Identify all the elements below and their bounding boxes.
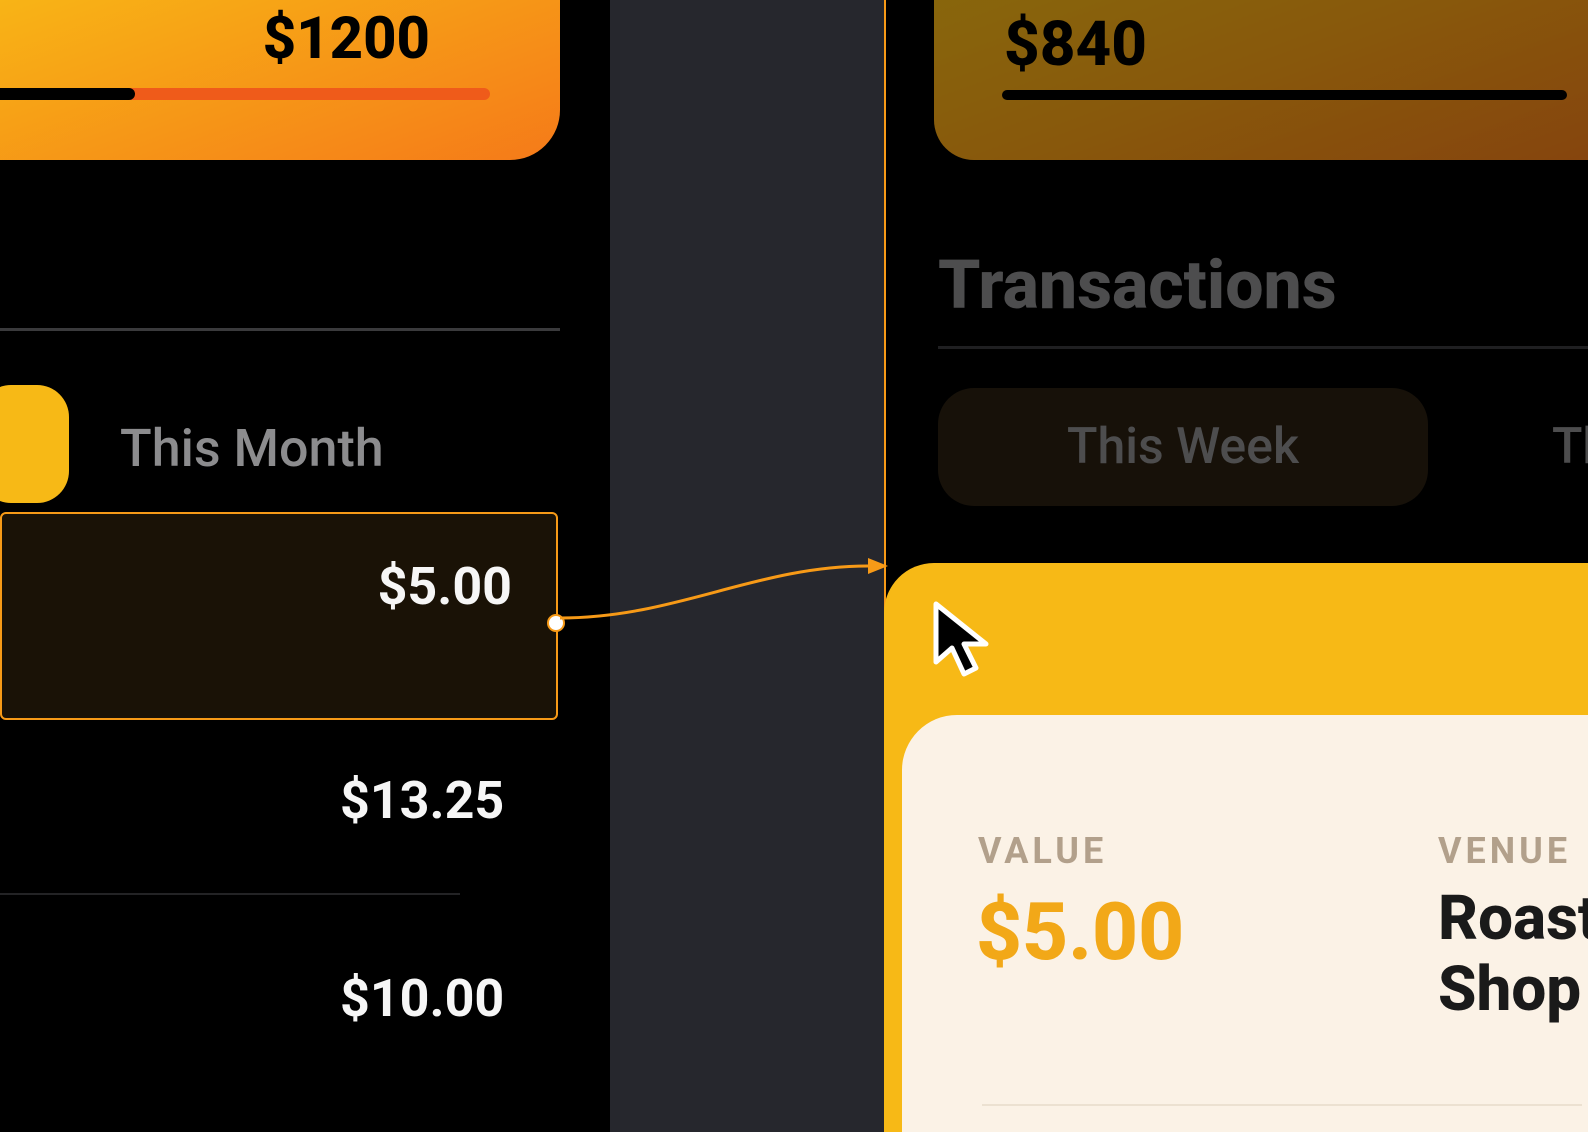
transactions-heading: Transactions xyxy=(938,245,1337,325)
value-amount: $5.00 xyxy=(976,885,1184,979)
transaction-amount: $10.00 xyxy=(340,968,504,1029)
prototype-connection-node[interactable] xyxy=(547,614,565,632)
venue-label: VENUE xyxy=(1438,830,1571,872)
tab-partial-label: Th xyxy=(1552,418,1588,476)
balance-amount: $840 xyxy=(1004,8,1147,81)
tab-chip-selected[interactable] xyxy=(0,385,69,503)
progress-fill xyxy=(0,88,135,100)
tab-this-week[interactable]: This Week xyxy=(938,388,1428,506)
transaction-amount: $13.25 xyxy=(340,770,504,831)
transaction-row-selected[interactable]: $5.00 xyxy=(0,512,558,720)
detail-card-body: VALUE $5.00 VENUE RoastShop xyxy=(902,715,1588,1132)
section-divider xyxy=(938,346,1588,349)
screen-transactions-list: $1200 This Month $5.00 $13.25 $10.00 xyxy=(0,0,610,1132)
balance-card[interactable]: $840 xyxy=(934,0,1588,160)
value-label: VALUE xyxy=(978,830,1107,872)
design-canvas: $1200 This Month $5.00 $13.25 $10.00 $84… xyxy=(0,0,1588,1132)
balance-amount: $1200 xyxy=(263,5,430,73)
row-divider xyxy=(0,893,460,895)
progress-track xyxy=(1002,90,1567,100)
transaction-amount: $5.00 xyxy=(378,556,512,617)
balance-card[interactable]: $1200 xyxy=(0,0,560,160)
tab-this-month[interactable]: This Month xyxy=(120,418,384,479)
detail-divider xyxy=(982,1104,1582,1106)
venue-name: RoastShop xyxy=(1438,883,1588,1026)
tab-label: This Week xyxy=(938,418,1428,476)
section-divider xyxy=(0,328,560,331)
detail-card-layer: VALUE $5.00 VENUE RoastShop xyxy=(884,563,1588,1132)
